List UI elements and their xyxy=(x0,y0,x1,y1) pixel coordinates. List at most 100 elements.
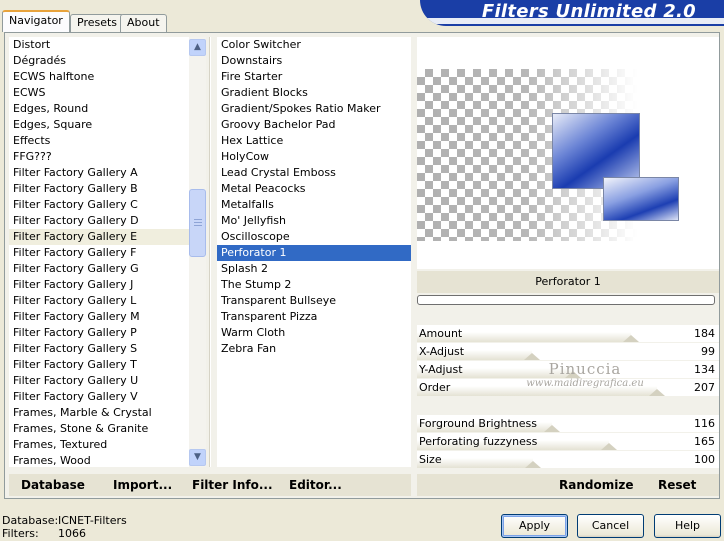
left-action-bar: Database Import... Filter Info... Editor… xyxy=(9,474,411,496)
slider-knob-icon[interactable] xyxy=(544,425,560,432)
slider-knob-icon[interactable] xyxy=(601,443,617,450)
category-list[interactable]: Distort Dégradés ECWS halftone ECWS Edges, R… xyxy=(9,37,191,467)
right-action-bar: Randomize Reset xyxy=(417,474,719,496)
slider-spacer xyxy=(417,397,719,415)
slider-label: Perforating fuzzyness xyxy=(419,435,538,448)
scroll-thumb[interactable] xyxy=(189,189,206,257)
slider-knob-icon[interactable] xyxy=(524,353,540,360)
category-item[interactable]: Filter Factory Gallery V xyxy=(9,389,191,405)
preview-image-thumb xyxy=(603,177,679,221)
footer-info: Database:ICNET-Filters Filters: 1066 xyxy=(2,514,127,540)
category-item[interactable]: Filter Factory Gallery F xyxy=(9,245,191,261)
slider-value: 184 xyxy=(694,327,715,340)
category-item[interactable]: Filter Factory Gallery G xyxy=(9,261,191,277)
category-item[interactable]: Dégradés xyxy=(9,53,191,69)
filter-item[interactable]: Gradient Blocks xyxy=(217,85,411,101)
slider-value: 100 xyxy=(694,453,715,466)
category-scrollbar[interactable]: ▲ ▼ xyxy=(189,37,206,467)
filters-label: Filters: xyxy=(2,527,39,540)
filter-item[interactable]: Oscilloscope xyxy=(217,229,411,245)
category-item[interactable]: Effects xyxy=(9,133,191,149)
slider-row[interactable]: X-Adjust 99 xyxy=(417,343,719,361)
tab-navigator[interactable]: Navigator xyxy=(2,10,70,32)
slider-track-fill xyxy=(417,386,657,396)
category-item[interactable]: Filter Factory Gallery J xyxy=(9,277,191,293)
category-item[interactable]: Frames, Stone & Granite xyxy=(9,421,191,437)
filter-item[interactable]: Splash 2 xyxy=(217,261,411,277)
slider-label: Y-Adjust xyxy=(419,363,463,376)
help-button[interactable]: Help xyxy=(654,514,721,538)
category-item[interactable]: Filter Factory Gallery A xyxy=(9,165,191,181)
filter-item[interactable]: Groovy Bachelor Pad xyxy=(217,117,411,133)
apply-button[interactable]: Apply xyxy=(501,514,568,538)
scroll-up-icon[interactable]: ▲ xyxy=(189,39,206,56)
reset-button[interactable]: Reset xyxy=(658,474,696,496)
category-item[interactable]: Filter Factory Gallery P xyxy=(9,325,191,341)
grip-line xyxy=(194,225,202,226)
slider-knob-icon[interactable] xyxy=(649,389,665,396)
category-item[interactable]: Edges, Square xyxy=(9,117,191,133)
randomize-button[interactable]: Randomize xyxy=(559,474,633,496)
filter-item[interactable]: Fire Starter xyxy=(217,69,411,85)
app-title: Filters Unlimited 2.0 xyxy=(481,1,696,22)
slider-value: 134 xyxy=(694,363,715,376)
category-item[interactable]: Filter Factory Gallery M xyxy=(9,309,191,325)
slider-row[interactable]: Perforating fuzzyness 165 xyxy=(417,433,719,451)
filter-item[interactable]: Lead Crystal Emboss xyxy=(217,165,411,181)
slider-knob-icon[interactable] xyxy=(525,461,541,468)
slider-label: Size xyxy=(419,453,442,466)
slider-row[interactable]: Order 207 xyxy=(417,379,719,397)
filter-item[interactable]: Color Switcher xyxy=(217,37,411,53)
tab-about[interactable]: About xyxy=(120,14,167,32)
category-item[interactable]: Filter Factory Gallery E xyxy=(9,229,191,245)
filter-item[interactable]: Mo' Jellyfish xyxy=(217,213,411,229)
import-button[interactable]: Import... xyxy=(113,474,172,496)
database-button[interactable]: Database xyxy=(21,474,85,496)
category-item[interactable]: Frames, Wood xyxy=(9,453,191,467)
filter-item[interactable]: Downstairs xyxy=(217,53,411,69)
slider-row[interactable]: Forground Brightness 116 xyxy=(417,415,719,433)
filter-item[interactable]: Warm Cloth xyxy=(217,325,411,341)
filter-item[interactable]: Metalfalls xyxy=(217,197,411,213)
filter-item[interactable]: The Stump 2 xyxy=(217,277,411,293)
grip-line xyxy=(194,219,202,220)
filter-list[interactable]: Color Switcher Downstairs Fire Starter Grad… xyxy=(217,37,411,467)
filter-item[interactable]: Hex Lattice xyxy=(217,133,411,149)
category-item[interactable]: Filter Factory Gallery U xyxy=(9,373,191,389)
category-item[interactable]: Filter Factory Gallery S xyxy=(9,341,191,357)
category-item[interactable]: Frames, Marble & Crystal xyxy=(9,405,191,421)
scroll-down-icon[interactable]: ▼ xyxy=(189,449,206,466)
slider-label: Forground Brightness xyxy=(419,417,538,430)
editor-button[interactable]: Editor... xyxy=(289,474,342,496)
grip-line xyxy=(194,222,202,223)
preview-area xyxy=(417,37,719,269)
category-item[interactable]: Filter Factory Gallery B xyxy=(9,181,191,197)
slider-row[interactable]: Size 100 xyxy=(417,451,719,469)
slider-knob-icon[interactable] xyxy=(623,335,639,342)
cancel-button[interactable]: Cancel xyxy=(577,514,644,538)
category-item[interactable]: ECWS halftone xyxy=(9,69,191,85)
filter-item[interactable]: Perforator 1 xyxy=(217,245,411,261)
slider-row[interactable]: Y-Adjust 134 xyxy=(417,361,719,379)
filter-item[interactable]: Zebra Fan xyxy=(217,341,411,357)
category-item[interactable]: ECWS xyxy=(9,85,191,101)
filter-item[interactable]: Gradient/Spokes Ratio Maker xyxy=(217,101,411,117)
slider-knob-icon[interactable] xyxy=(565,371,581,378)
category-item[interactable]: Frames, Textured xyxy=(9,437,191,453)
filter-item[interactable]: Metal Peacocks xyxy=(217,181,411,197)
category-item[interactable]: Filter Factory Gallery D xyxy=(9,213,191,229)
category-item[interactable]: Distort xyxy=(9,37,191,53)
category-item[interactable]: Filter Factory Gallery T xyxy=(9,357,191,373)
slider-row[interactable]: Amount 184 xyxy=(417,325,719,343)
category-item[interactable]: FFG??? xyxy=(9,149,191,165)
list-divider xyxy=(209,37,211,467)
category-item[interactable]: Filter Factory Gallery L xyxy=(9,293,191,309)
filter-item[interactable]: HolyCow xyxy=(217,149,411,165)
filter-info-button[interactable]: Filter Info... xyxy=(192,474,273,496)
tab-presets[interactable]: Presets xyxy=(70,14,125,32)
filter-item[interactable]: Transparent Bullseye xyxy=(217,293,411,309)
category-item[interactable]: Filter Factory Gallery C xyxy=(9,197,191,213)
filter-item[interactable]: Transparent Pizza xyxy=(217,309,411,325)
slider-label: Order xyxy=(419,381,451,394)
category-item[interactable]: Edges, Round xyxy=(9,101,191,117)
